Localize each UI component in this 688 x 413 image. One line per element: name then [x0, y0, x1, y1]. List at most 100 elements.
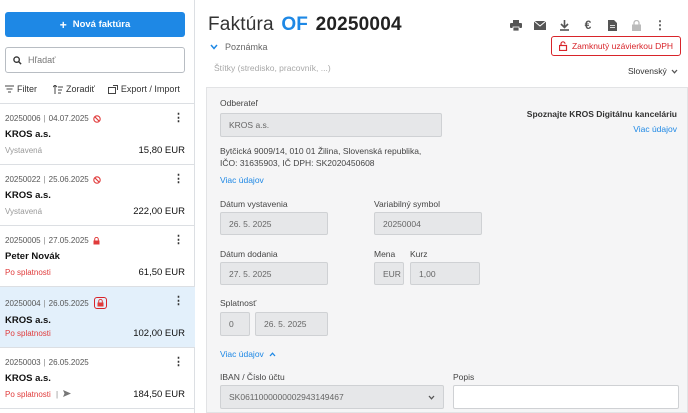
issue-date-field[interactable]: 26. 5. 2025 [220, 212, 328, 235]
filter-button[interactable]: Filter [5, 84, 37, 94]
send-icon [63, 390, 72, 397]
invoice-state: Vystavená [5, 146, 43, 155]
promo-more-details-link[interactable]: Viac údajov [633, 124, 677, 134]
export-import-label: Export / Import [120, 84, 180, 94]
invoice-detail: Faktúra OF 20250004 € ⋮ Poznámka Štítky … [196, 0, 688, 413]
invoice-customer: KROS a.s. [5, 129, 51, 140]
invoice-amount: 184,50 EUR [133, 389, 185, 400]
invoice-date: 26.05.2025 [48, 358, 89, 367]
issue-date-label: Dátum vystavenia [220, 199, 288, 209]
customer-field[interactable]: KROS a.s. [220, 113, 442, 137]
list-tools: Filter Zoradiť Export / Import [5, 84, 190, 94]
invoice-customer: Peter Novák [5, 251, 60, 262]
tags-input[interactable]: Štítky (stredisko, pracovník, ...) [214, 63, 331, 73]
customer-label: Odberateľ [220, 98, 258, 108]
invoice-amount: 15,80 EUR [138, 145, 185, 156]
invoice-list-item[interactable]: 20250003 | 26.05.2025 KROS a.s. Po splat… [0, 348, 195, 409]
invoice-list-item[interactable]: 20250005 | 27.05.2025 Peter Novák Po spl… [0, 226, 195, 287]
rate-label: Kurz [410, 249, 428, 259]
iban-label: IBAN / Číslo účtu [220, 372, 285, 382]
new-invoice-button[interactable]: + Nová faktúra [5, 12, 185, 37]
invoice-amount: 222,00 EUR [133, 206, 185, 217]
unlock-icon [558, 41, 568, 51]
euro-icon[interactable]: € [577, 18, 599, 32]
note-toggle[interactable]: Poznámka [210, 42, 268, 52]
more-vertical-icon[interactable]: ⋮ [173, 235, 184, 246]
invoice-meta: 20250003 | 26.05.2025 [5, 358, 89, 367]
search-placeholder: Hľadať [28, 55, 56, 65]
description-label: Popis [453, 372, 475, 382]
invoice-number: 20250005 [5, 236, 41, 245]
invoice-amount: 61,50 EUR [138, 267, 185, 278]
more-details-link[interactable]: Viac údajov [220, 175, 264, 185]
more-details-toggle[interactable]: Viac údajov [220, 349, 276, 359]
filter-icon [5, 85, 14, 93]
due-days-field[interactable]: 0 [220, 312, 250, 336]
invoice-state: Po splatnosti [5, 390, 51, 399]
export-icon [107, 84, 118, 94]
lock-icon [93, 236, 100, 245]
invoice-list-item[interactable]: 20250022 | 25.06.2025 KROS a.s. Vystaven… [0, 165, 195, 226]
delivery-date-field[interactable]: 27. 5. 2025 [220, 262, 328, 285]
sort-button[interactable]: Zoradiť [53, 84, 95, 94]
description-field[interactable] [453, 385, 679, 409]
invoice-state: Po splatnosti [5, 268, 51, 277]
currency-label: Mena [374, 249, 396, 259]
vat-locked-badge: Zamknutý uzávierkou DPH [551, 36, 681, 56]
lock-icon[interactable] [625, 18, 647, 32]
var-symbol-label: Variabilný symbol [374, 199, 440, 209]
invoice-number: 20250003 [5, 358, 41, 367]
invoice-state: Vystavená [5, 207, 43, 216]
currency-field[interactable]: EUR [374, 262, 404, 285]
export-import-button[interactable]: Export / Import [107, 84, 180, 94]
invoice-meta: 20250004 | 26.05.2025 [5, 297, 185, 309]
invoice-sidebar: + Nová faktúra Hľadať Filter Zoradiť Exp… [0, 0, 195, 413]
invoice-meta: 20250022 | 25.06.2025 [5, 175, 185, 184]
filter-label: Filter [17, 84, 37, 94]
sort-icon [53, 84, 63, 94]
chevron-up-icon [269, 351, 276, 356]
invoice-date: 04.07.2025 [48, 114, 89, 123]
invoice-number: 20250004 [5, 298, 41, 308]
chevron-down-icon [671, 69, 678, 74]
invoice-state: Po splatnosti [5, 329, 51, 338]
email-icon[interactable] [529, 18, 551, 32]
language-select[interactable]: Slovenský [628, 66, 678, 76]
search-input[interactable]: Hľadať [5, 47, 185, 73]
invoice-date: 25.06.2025 [48, 175, 89, 184]
invoice-date: 27.05.2025 [48, 236, 89, 245]
search-icon [13, 55, 22, 65]
customer-address: Bytčická 9009/14, 010 01 Žilina, Slovens… [220, 145, 421, 169]
invoice-amount: 102,00 EUR [133, 328, 185, 339]
title-prefix: Faktúra [208, 14, 274, 35]
due-date-field[interactable]: 26. 5. 2025 [255, 312, 328, 336]
invoice-date: 26.05.2025 [48, 298, 89, 308]
delivery-date-label: Dátum dodania [220, 249, 278, 259]
iban-value: SK0611000000002943149467 [229, 392, 344, 402]
rate-field[interactable]: 1,00 [410, 262, 480, 285]
invoice-customer: KROS a.s. [5, 315, 51, 326]
invoice-form: Odberateľ KROS a.s. Bytčická 9009/14, 01… [206, 87, 688, 413]
more-vertical-icon[interactable]: ⋮ [173, 174, 184, 185]
invoice-number: 20250006 [5, 114, 41, 123]
iban-select[interactable]: SK0611000000002943149467 [220, 385, 444, 409]
more-details-label: Viac údajov [220, 349, 264, 359]
invoice-customer: KROS a.s. [5, 373, 51, 384]
chevron-down-icon [428, 395, 435, 400]
print-icon[interactable] [505, 18, 527, 32]
invoice-list-item-active[interactable]: 20250004 | 26.05.2025 KROS a.s. Po splat… [0, 287, 195, 348]
invoice-list-item[interactable]: 20250006 | 04.07.2025 KROS a.s. Vystaven… [0, 104, 195, 165]
invoice-meta: 20250006 | 04.07.2025 [5, 114, 185, 123]
more-vertical-icon[interactable]: ⋮ [649, 18, 671, 32]
more-vertical-icon[interactable]: ⋮ [173, 296, 184, 307]
chevron-down-icon [210, 44, 218, 50]
var-symbol-field[interactable]: 20250004 [374, 212, 482, 235]
cancel-circle-icon [92, 175, 101, 184]
page-title: Faktúra OF 20250004 [208, 14, 402, 36]
document-icon[interactable] [601, 18, 623, 32]
download-icon[interactable] [553, 18, 575, 32]
lock-icon [93, 297, 107, 309]
document-toolbar: € ⋮ [503, 18, 671, 32]
more-vertical-icon[interactable]: ⋮ [173, 357, 184, 368]
more-vertical-icon[interactable]: ⋮ [173, 113, 184, 124]
